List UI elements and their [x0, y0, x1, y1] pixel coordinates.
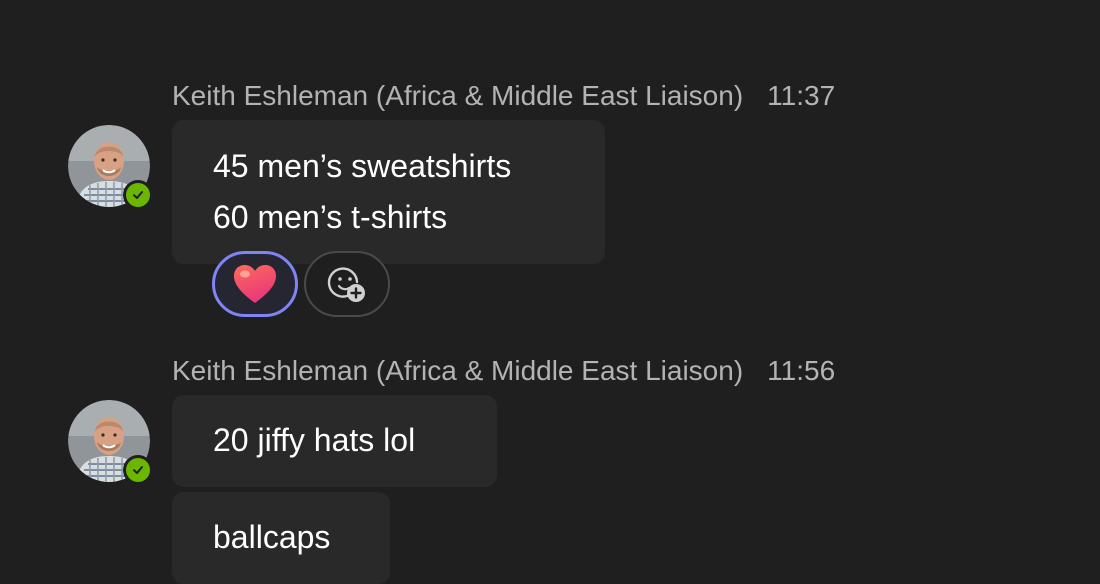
sender-name[interactable]: Keith Eshleman (Africa & Middle East Lia… — [172, 355, 743, 387]
heart-emoji-icon — [234, 265, 276, 303]
message-bubble[interactable]: ballcaps — [172, 492, 390, 584]
add-reaction-icon — [327, 267, 365, 302]
reactions-bar — [212, 251, 390, 317]
message-text: ballcaps — [213, 519, 331, 555]
heart-reaction-button[interactable] — [212, 251, 298, 317]
message-header: Keith Eshleman (Africa & Middle East Lia… — [172, 353, 835, 389]
message-header: Keith Eshleman (Africa & Middle East Lia… — [172, 78, 835, 114]
avatar[interactable] — [68, 400, 153, 485]
presence-badge — [123, 455, 153, 485]
timestamp: 11:37 — [767, 80, 836, 111]
message-bubble[interactable]: 45 men’s sweatshirts 60 men’s t-shirts — [172, 120, 605, 264]
timestamp: 11:56 — [767, 355, 836, 386]
message-text: 20 jiffy hats lol — [213, 422, 416, 458]
avatar[interactable] — [68, 125, 153, 210]
sender-name[interactable]: Keith Eshleman (Africa & Middle East Lia… — [172, 80, 743, 112]
message-text: 45 men’s sweatshirts — [213, 148, 512, 184]
message-bubble[interactable]: 20 jiffy hats lol — [172, 395, 497, 487]
checkmark-icon — [126, 183, 150, 207]
message-text: 60 men’s t-shirts — [213, 199, 448, 235]
presence-badge — [123, 180, 153, 210]
checkmark-icon — [126, 458, 150, 482]
add-reaction-button[interactable] — [304, 251, 390, 317]
